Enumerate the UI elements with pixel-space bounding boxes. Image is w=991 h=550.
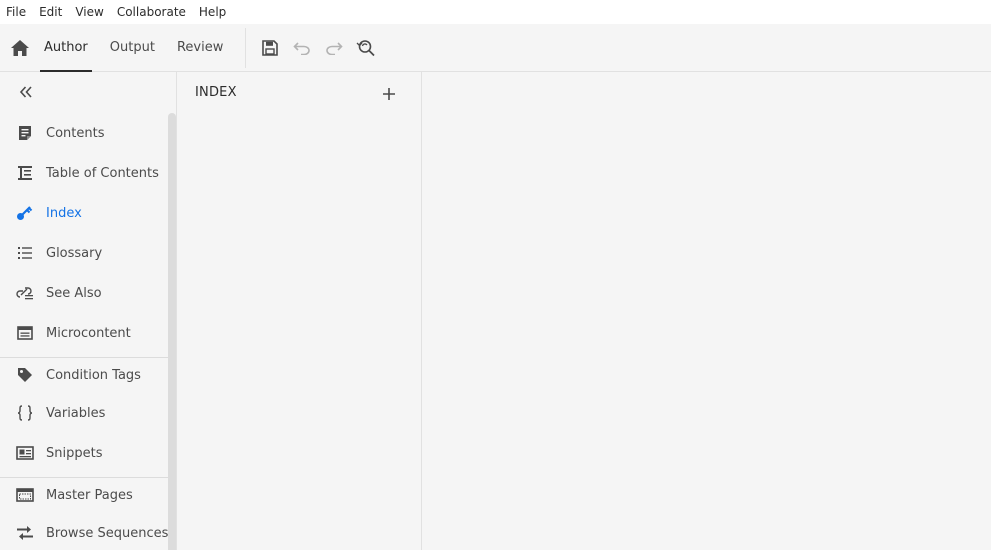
sidebar-item-label: Variables	[46, 405, 106, 421]
menu-bar: File Edit View Collaborate Help	[0, 0, 991, 24]
menu-edit[interactable]: Edit	[39, 5, 62, 19]
sidebar-item-label: Table of Contents	[46, 165, 159, 181]
home-icon	[11, 39, 29, 56]
see-also-icon	[16, 284, 34, 302]
snippet-icon	[16, 444, 34, 462]
sidebar-item-label: Condition Tags	[46, 367, 141, 383]
tab-output[interactable]: Output	[106, 24, 159, 72]
menu-collaborate[interactable]: Collaborate	[117, 5, 186, 19]
sidebar-item-label: Contents	[46, 125, 105, 141]
find-replace-icon	[356, 39, 375, 56]
save-icon	[262, 39, 279, 56]
sidebar-item-label: Microcontent	[46, 325, 131, 341]
sidebar-item-see-also[interactable]: See Also	[0, 273, 168, 313]
tag-icon	[16, 366, 34, 384]
tab-author[interactable]: Author	[40, 24, 92, 72]
sidebar-item-label: Browse Sequences	[46, 525, 169, 541]
sidebar-item-glossary[interactable]: Glossary	[0, 233, 168, 273]
tab-output-label: Output	[109, 40, 155, 55]
index-panel: INDEX	[177, 72, 422, 550]
sidebar-item-label: Index	[46, 205, 82, 221]
panel-title: INDEX	[195, 85, 237, 100]
glossary-icon	[16, 244, 34, 262]
toolbar: Author Output Review	[0, 24, 991, 72]
menu-file[interactable]: File	[6, 5, 26, 19]
redo-icon	[326, 41, 343, 55]
undo-icon	[293, 41, 311, 55]
sidebar-item-snippets[interactable]: Snippets	[0, 433, 168, 473]
home-button[interactable]	[0, 24, 40, 72]
sidebar-item-label: Snippets	[46, 445, 103, 461]
author-sidebar: Contents Table of Contents Index Glossar…	[0, 72, 168, 550]
master-page-icon	[16, 486, 34, 504]
sidebar-item-label: See Also	[46, 285, 102, 301]
redo-button[interactable]	[318, 24, 350, 72]
double-chevron-left-icon	[19, 86, 32, 98]
menu-view[interactable]: View	[75, 5, 103, 19]
braces-icon	[16, 404, 34, 422]
tab-review[interactable]: Review	[173, 24, 227, 72]
sidebar-item-browse-sequences[interactable]: Browse Sequences	[0, 513, 168, 550]
contents-icon	[16, 124, 34, 142]
tab-review-label: Review	[176, 40, 224, 55]
sidebar-item-label: Glossary	[46, 245, 103, 261]
microcontent-icon	[16, 324, 34, 342]
sidebar-item-contents[interactable]: Contents	[0, 113, 168, 153]
sidebar-item-toc[interactable]: Table of Contents	[0, 153, 168, 193]
undo-button[interactable]	[286, 24, 318, 72]
collapse-sidebar-button[interactable]	[14, 82, 38, 102]
sidebar-scrollbar[interactable]	[168, 113, 176, 550]
find-replace-button[interactable]	[350, 24, 382, 72]
sidebar-item-variables[interactable]: Variables	[0, 393, 168, 433]
sidebar-item-master-pages[interactable]: Master Pages	[0, 475, 168, 515]
toolbar-divider	[245, 27, 247, 68]
add-index-entry-button[interactable]	[379, 84, 399, 104]
editor-area[interactable]	[423, 72, 991, 550]
save-button[interactable]	[254, 24, 286, 72]
sidebar-item-condition-tags[interactable]: Condition Tags	[0, 355, 168, 395]
sidebar-item-index[interactable]: Index	[0, 193, 168, 233]
tab-author-label: Author	[44, 40, 88, 55]
plus-icon	[383, 88, 395, 100]
sidebar-item-microcontent[interactable]: Microcontent	[0, 313, 168, 353]
browse-sequence-icon	[16, 524, 34, 542]
menu-help[interactable]: Help	[199, 5, 226, 19]
sidebar-item-label: Master Pages	[46, 487, 133, 503]
key-icon	[16, 204, 34, 222]
toc-icon	[16, 164, 34, 182]
